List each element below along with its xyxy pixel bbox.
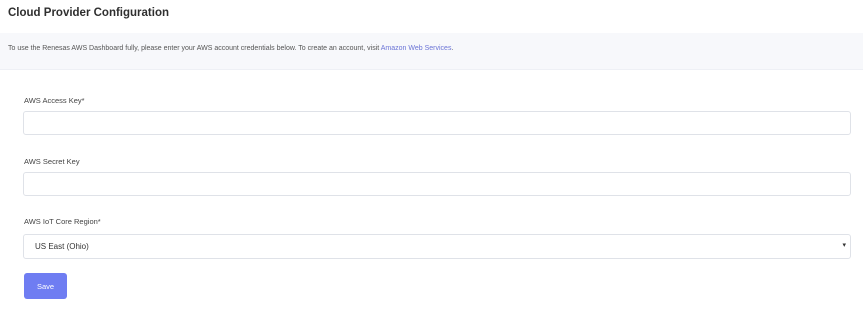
secret-key-input[interactable] [23, 172, 851, 196]
region-select[interactable]: US East (Ohio) ▾ [23, 234, 851, 259]
region-label: AWS IoT Core Region* [24, 217, 101, 226]
secret-key-label: AWS Secret Key [24, 157, 80, 166]
info-text: To use the Renesas AWS Dashboard fully, … [8, 45, 453, 52]
info-text-body: To use the Renesas AWS Dashboard fully, … [8, 45, 381, 52]
credentials-form: AWS Access Key* AWS Secret Key AWS IoT C… [0, 70, 863, 312]
info-text-suffix: . [451, 45, 454, 52]
access-key-label: AWS Access Key* [24, 96, 85, 105]
cloud-provider-config-page: Cloud Provider Configuration To use the … [0, 0, 863, 312]
access-key-input[interactable] [23, 111, 851, 135]
amazon-web-services-link[interactable]: Amazon Web Services [381, 45, 452, 52]
region-selected-value: US East (Ohio) [35, 242, 89, 251]
save-button[interactable]: Save [24, 273, 67, 299]
page-title: Cloud Provider Configuration [8, 7, 169, 19]
info-banner: To use the Renesas AWS Dashboard fully, … [0, 33, 863, 70]
caret-down-icon: ▾ [842, 242, 846, 249]
